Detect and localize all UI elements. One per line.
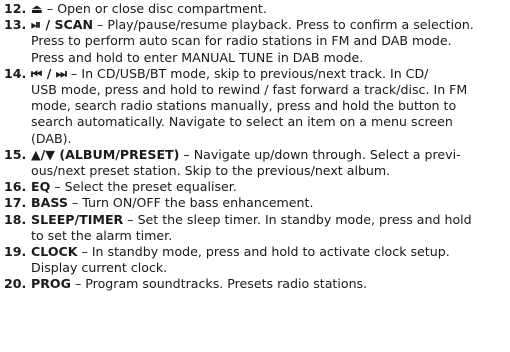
- item-line: Press to perform auto scan for radio sta…: [31, 33, 506, 49]
- up-down-arrow-icon: ▲/▼: [31, 146, 55, 162]
- item-line: BASS – Turn ON/OFF the bass enhancement.: [31, 195, 506, 211]
- list-item: 19. CLOCK – In standby mode, press and ho…: [4, 244, 506, 276]
- item-line: SLEEP/TIMER – Set the sleep timer. In st…: [31, 212, 506, 228]
- item-description: Program soundtracks. Presets radio stati…: [85, 276, 368, 292]
- item-description: search automatically. Navigate to select…: [31, 114, 453, 130]
- item-description: Turn ON/OFF the bass enhancement.: [82, 195, 314, 211]
- item-description: mode, search radio stations manually, pr…: [31, 98, 457, 114]
- item-line: mode, search radio stations manually, pr…: [31, 98, 506, 114]
- item-separator: –: [50, 179, 65, 195]
- item-description: USB mode, press and hold to rewind / fas…: [31, 82, 468, 98]
- item-number: 15.: [4, 146, 27, 162]
- item-line: CLOCK – In standby mode, press and hold …: [31, 244, 506, 260]
- item-number: 16.: [4, 179, 27, 195]
- item-number: 13.: [4, 17, 27, 33]
- play-pause-icon: ⏯: [31, 17, 42, 33]
- item-line: ⏏ – Open or close disc compartment.: [31, 1, 506, 17]
- item-description: In CD/USB/BT mode, skip to previous/next…: [81, 65, 429, 81]
- item-description: Display current clock.: [31, 260, 168, 276]
- item-line: ⏮ / ⏭ – In CD/USB/BT mode, skip to previ…: [31, 66, 506, 82]
- item-term: PROG: [31, 276, 71, 292]
- item-term: SLEEP/TIMER: [31, 211, 124, 227]
- list-item: 18. SLEEP/TIMER – Set the sleep timer. In…: [4, 212, 506, 244]
- manual-page: 12. ⏏ – Open or close disc compartment. 13…: [0, 0, 510, 352]
- item-number: 18.: [4, 211, 27, 227]
- item-term: BASS: [31, 195, 68, 211]
- item-line: USB mode, press and hold to rewind / fas…: [31, 82, 506, 98]
- list-item: 14. ⏮ / ⏭ – In CD/USB/BT mode, skip to pr…: [4, 66, 506, 147]
- button-function-list: 12. ⏏ – Open or close disc compartment. 13…: [4, 1, 506, 293]
- item-separator: –: [77, 244, 92, 260]
- item-description: Press and hold to enter MANUAL TUNE in D…: [31, 49, 364, 65]
- item-number: 17.: [4, 195, 27, 211]
- item-line: ⏯ / SCAN – Play/pause/resume playback. P…: [31, 17, 506, 33]
- item-description: Press to perform auto scan for radio sta…: [31, 33, 452, 49]
- item-description: In standby mode, press and hold to activ…: [91, 244, 450, 260]
- list-item: 20. PROG – Program soundtracks. Presets r…: [4, 276, 506, 292]
- item-term: / SCAN: [41, 17, 94, 33]
- item-separator: –: [123, 211, 138, 227]
- item-separator: –: [70, 276, 86, 292]
- item-line: ous/next preset station. Skip to the pre…: [31, 163, 506, 179]
- item-description: Navigate up/down through. Select a previ…: [193, 146, 461, 162]
- item-description: ous/next preset station. Skip to the pre…: [31, 163, 391, 179]
- item-separator: –: [67, 65, 82, 81]
- item-separator: –: [42, 1, 58, 16]
- item-description: Play/pause/resume playback. Press to con…: [107, 17, 474, 33]
- item-line: search automatically. Navigate to select…: [31, 114, 506, 130]
- item-description: Select the preset equaliser.: [64, 179, 237, 195]
- list-item: 17. BASS – Turn ON/OFF the bass enhanceme…: [4, 195, 506, 211]
- item-separator: –: [93, 17, 108, 33]
- eject-icon: ⏏: [31, 1, 43, 16]
- list-item: 15. ▲/▼ (ALBUM/PRESET) – Navigate up/down…: [4, 147, 506, 179]
- list-item: 13. ⏯ / SCAN – Play/pause/resume playback…: [4, 17, 506, 66]
- item-description: Set the sleep timer. In standby mode, pr…: [137, 211, 472, 227]
- skip-previous-next-icon: ⏮ / ⏭: [31, 65, 68, 81]
- item-description: (DAB).: [31, 130, 72, 146]
- item-line: Press and hold to enter MANUAL TUNE in D…: [31, 50, 506, 66]
- item-line: PROG – Program soundtracks. Presets radi…: [31, 276, 506, 292]
- item-line: Display current clock.: [31, 260, 506, 276]
- item-term: (ALBUM/PRESET): [54, 146, 180, 162]
- item-number: 14.: [4, 65, 27, 81]
- item-number: 19.: [4, 244, 27, 260]
- item-line: ▲/▼ (ALBUM/PRESET) – Navigate up/down th…: [31, 147, 506, 163]
- item-term: EQ: [31, 179, 51, 195]
- item-separator: –: [67, 195, 83, 211]
- list-item: 16. EQ – Select the preset equaliser.: [4, 179, 506, 195]
- item-line: to set the alarm timer.: [31, 228, 506, 244]
- list-item: 12. ⏏ – Open or close disc compartment.: [4, 1, 506, 17]
- item-description: to set the alarm timer.: [31, 227, 173, 243]
- item-number: 12.: [4, 1, 27, 16]
- item-number: 20.: [4, 276, 27, 292]
- item-term: CLOCK: [31, 244, 78, 260]
- item-line: (DAB).: [31, 131, 506, 147]
- item-line: EQ – Select the preset equaliser.: [31, 179, 506, 195]
- item-description: Open or close disc compartment.: [57, 1, 267, 16]
- item-separator: –: [179, 146, 194, 162]
